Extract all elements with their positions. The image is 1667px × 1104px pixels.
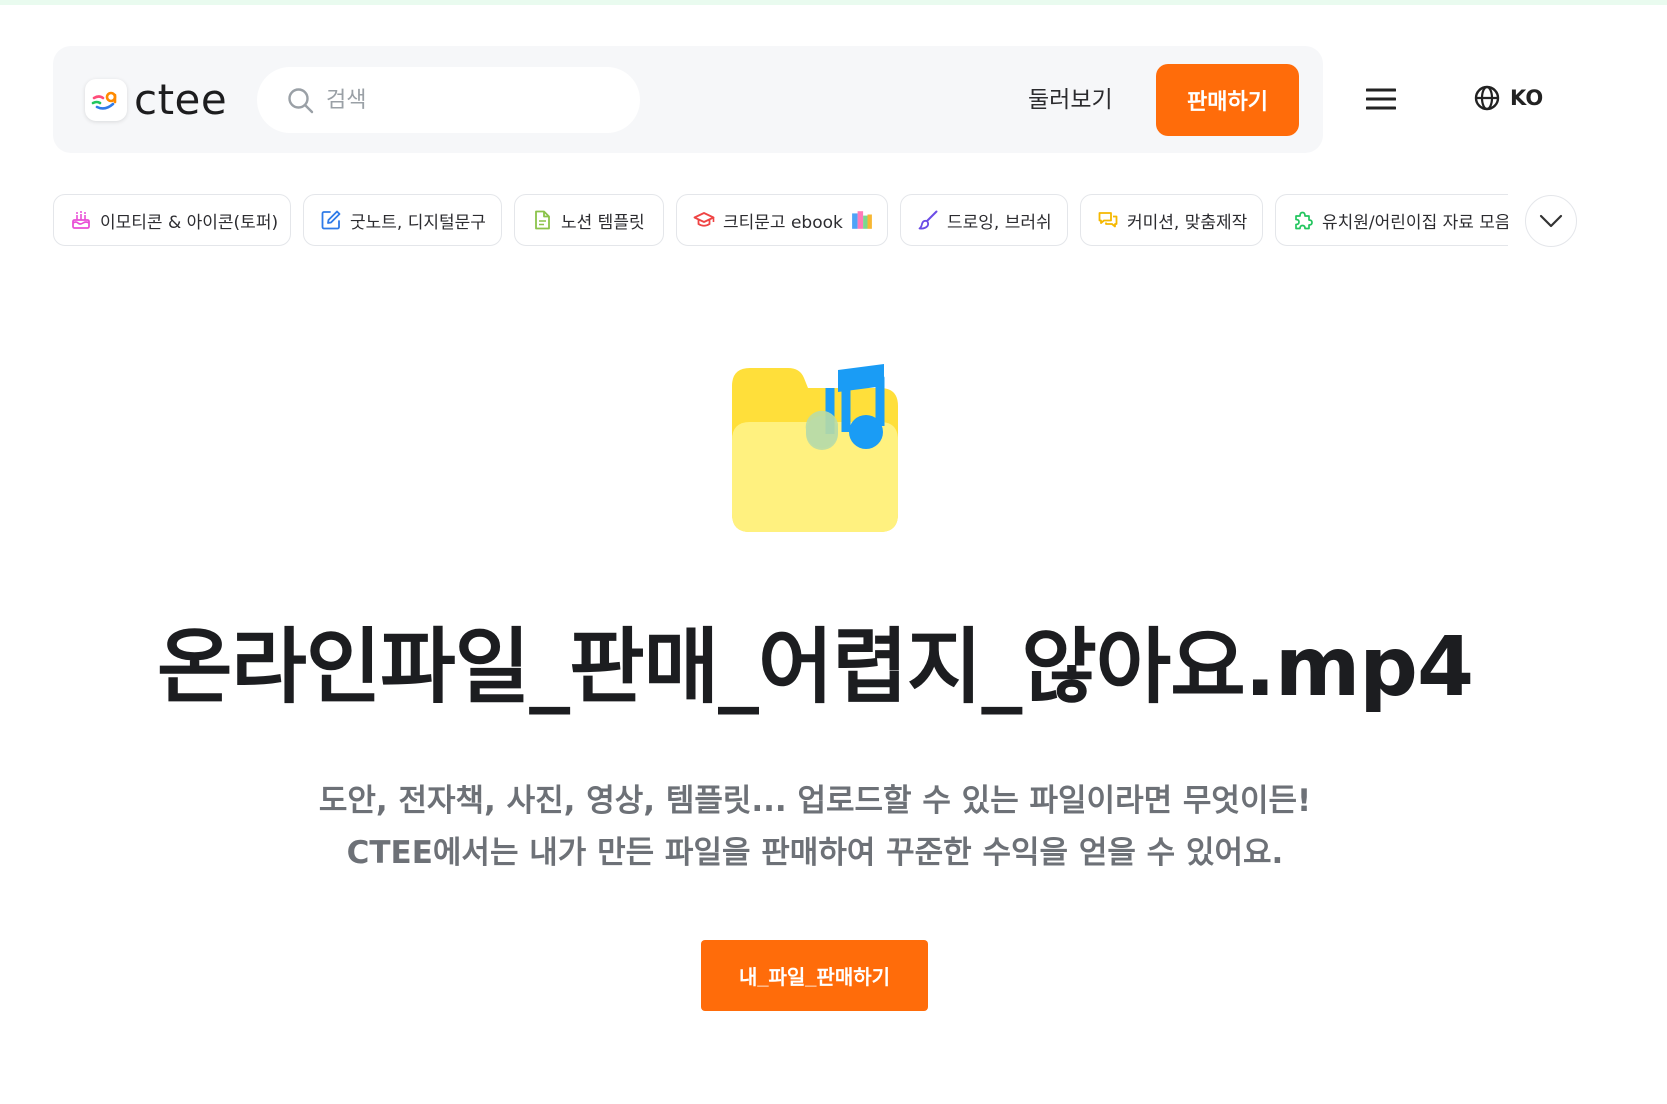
category-chip-kindergarten[interactable]: 유치원/어린이집 자료 모음 (1275, 194, 1508, 246)
document-icon (535, 210, 550, 230)
sell-my-file-button[interactable]: 내_파일_판매하기 (701, 940, 928, 1011)
category-chip-goodnote[interactable]: 굿노트, 디지털문구 (303, 194, 502, 246)
logo-text: ctee (134, 75, 228, 124)
category-chip-label: 커미션, 맞춤제작 (1127, 212, 1248, 233)
language-label: KO (1510, 86, 1544, 110)
chat-icon (1098, 212, 1118, 228)
category-chip-notion[interactable]: 노션 템플릿 (514, 194, 664, 246)
hero-description-line: CTEE에서는 내가 만든 파일을 판매하여 꾸준한 수익을 얻을 수 있어요. (346, 835, 1284, 871)
hero-description-line: 도안, 전자책, 사진, 영상, 템플릿... 업로드할 수 있는 파일이라면 … (318, 783, 1312, 819)
hamburger-menu-icon[interactable] (1366, 86, 1396, 112)
brush-icon (918, 210, 938, 230)
category-chip-label: 굿노트, 디지털문구 (350, 212, 486, 233)
search-icon (288, 87, 314, 113)
expand-categories-button[interactable] (1525, 195, 1577, 247)
search-input[interactable] (326, 87, 626, 113)
category-chip-label: 크티문고 ebook (723, 212, 843, 233)
category-chip-commission[interactable]: 커미션, 맞춤제작 (1080, 194, 1263, 246)
category-chip-label: 드로잉, 브러쉬 (947, 212, 1052, 233)
logo-mark-icon (85, 79, 127, 121)
category-chip-drawing[interactable]: 드로잉, 브러쉬 (900, 194, 1068, 246)
category-chip-label: 이모티콘 & 아이콘(토퍼) (100, 212, 279, 233)
category-chip-label: 노션 템플릿 (561, 212, 645, 233)
puzzle-icon (1295, 211, 1313, 230)
cake-icon (72, 211, 90, 229)
category-chip-list: 이모티콘 & 아이콘(토퍼) 굿노트, 디지털문구 노션 템플릿 크티문고 eb… (53, 194, 1508, 250)
logo[interactable]: ctee (85, 79, 227, 121)
chevron-down-icon (1539, 214, 1563, 228)
browse-link[interactable]: 둘러보기 (1028, 82, 1113, 118)
top-strip (0, 0, 1667, 5)
sell-button[interactable]: 판매하기 (1156, 64, 1299, 136)
header-bar (53, 46, 1323, 153)
language-selector[interactable]: KO (1474, 85, 1543, 111)
edit-icon (321, 210, 341, 230)
category-chip-label: 유치원/어린이집 자료 모음 (1322, 212, 1508, 233)
hero-title: 온라인파일_판매_어렵지_않아요.mp4 (156, 620, 1474, 715)
hero-description: 도안, 전자책, 사진, 영상, 템플릿... 업로드할 수 있는 파일이라면 … (0, 775, 1630, 879)
globe-icon (1474, 85, 1500, 111)
graduation-cap-icon (693, 212, 715, 227)
music-folder-icon (732, 364, 898, 532)
books-icon (851, 209, 873, 231)
category-chip-ebook[interactable]: 크티문고 ebook (676, 194, 888, 246)
search-bar[interactable] (257, 67, 640, 133)
category-chip-emoticon[interactable]: 이모티콘 & 아이콘(토퍼) (53, 194, 291, 246)
